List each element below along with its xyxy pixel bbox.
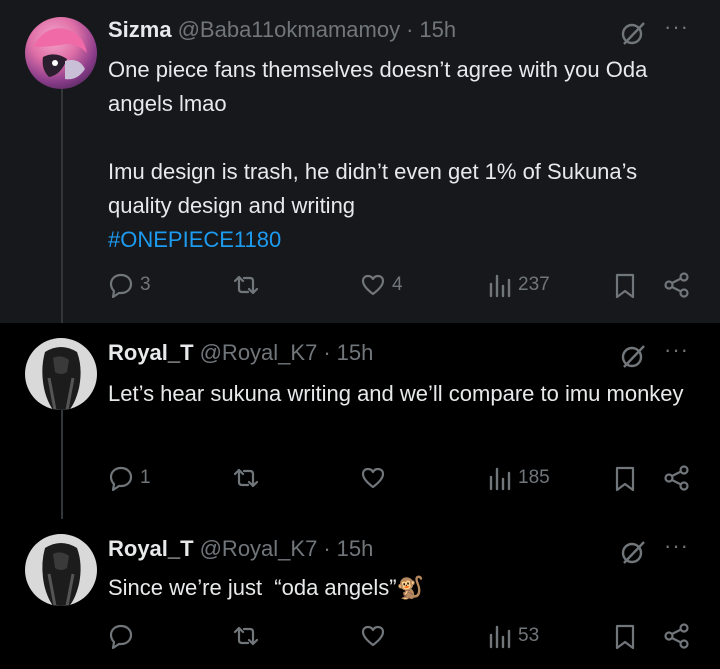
action-bar: 1 185 <box>108 465 698 497</box>
thread-line <box>61 403 63 519</box>
display-name[interactable]: Sizma <box>108 17 172 43</box>
share-button[interactable] <box>663 623 691 649</box>
share-button[interactable] <box>663 272 691 298</box>
separator-dot: · <box>323 536 331 561</box>
hashtag-link[interactable]: #ONEPIECE1180 <box>108 227 281 252</box>
repost-icon <box>233 275 259 295</box>
user-handle[interactable]: @Royal_K7 <box>200 340 318 366</box>
tweet-text: Let’s hear sukuna writing and we’ll comp… <box>108 377 698 411</box>
views-button[interactable]: 237 <box>488 272 550 298</box>
reply-button[interactable]: 1 <box>108 465 151 491</box>
reply-count: 3 <box>140 274 151 295</box>
tweet[interactable]: Royal_T @Royal_K7 · 15h ··· Let’s hear s… <box>0 323 720 519</box>
like-button[interactable]: 4 <box>360 272 403 298</box>
like-count: 4 <box>392 274 403 295</box>
tweet-header: Royal_T @Royal_K7 · 15h <box>108 536 373 562</box>
views-icon <box>489 467 511 491</box>
action-bar: 3 4 237 <box>108 272 698 304</box>
avatar-art <box>33 28 87 80</box>
repost-button[interactable] <box>232 272 266 298</box>
avatar[interactable] <box>25 17 97 89</box>
reply-icon <box>109 273 133 298</box>
views-icon <box>489 274 511 298</box>
separator-dot: · <box>406 17 414 42</box>
display-name[interactable]: Royal_T <box>108 340 194 366</box>
tweet[interactable]: Sizma @Baba11okmamamoy · 15h ··· One pie… <box>0 0 720 323</box>
bookmark-button[interactable] <box>613 272 637 300</box>
repost-icon <box>233 626 259 646</box>
repost-button[interactable] <box>232 623 266 649</box>
views-button[interactable]: 53 <box>488 623 539 649</box>
timestamp[interactable]: 15h <box>419 17 456 43</box>
reply-button[interactable]: 3 <box>108 272 151 298</box>
tweet-header: Royal_T @Royal_K7 · 15h <box>108 340 373 366</box>
more-icon[interactable]: ··· <box>664 533 689 559</box>
more-icon[interactable]: ··· <box>664 337 689 363</box>
tweet-body: One piece fans themselves doesn’t agree … <box>108 57 648 218</box>
timestamp[interactable]: 15h <box>337 340 374 366</box>
share-icon <box>664 272 689 298</box>
tweet-body: Since we’re just “oda angels”🐒 <box>108 575 424 600</box>
thread-line <box>61 80 63 323</box>
separator-dot: · <box>323 340 331 365</box>
share-icon <box>664 623 689 649</box>
bookmark-button[interactable] <box>613 465 637 493</box>
view-count: 185 <box>518 467 550 488</box>
avatar-art <box>42 543 81 606</box>
like-icon <box>361 625 385 647</box>
repost-icon <box>233 468 259 488</box>
reply-button[interactable] <box>108 623 140 649</box>
like-button[interactable] <box>360 623 392 649</box>
tweet[interactable]: Royal_T @Royal_K7 · 15h ··· Since we’re … <box>0 519 720 669</box>
avatar-art <box>42 347 81 410</box>
like-icon <box>361 274 385 296</box>
action-bar: 53 <box>108 623 698 655</box>
views-button[interactable]: 185 <box>488 465 550 491</box>
grok-icon[interactable] <box>620 343 646 369</box>
share-icon <box>664 465 689 491</box>
share-button[interactable] <box>663 465 691 491</box>
tweet-header: Sizma @Baba11okmamamoy · 15h <box>108 17 456 43</box>
repost-button[interactable] <box>232 465 266 491</box>
avatar[interactable] <box>25 338 97 410</box>
view-count: 53 <box>518 625 540 646</box>
reply-count: 1 <box>140 467 151 488</box>
bookmark-icon <box>615 624 635 650</box>
tweet-text: One piece fans themselves doesn’t agree … <box>108 53 698 257</box>
more-icon[interactable]: ··· <box>664 14 689 40</box>
user-handle[interactable]: @Baba11okmamamoy <box>178 17 400 43</box>
timestamp[interactable]: 15h <box>337 536 374 562</box>
tweet-body: Let’s hear sukuna writing and we’ll comp… <box>108 381 684 406</box>
bookmark-icon <box>615 273 635 299</box>
reply-icon <box>109 624 133 649</box>
grok-icon[interactable] <box>620 539 646 565</box>
reply-icon <box>109 466 133 491</box>
tweet-text: Since we’re just “oda angels”🐒 <box>108 571 698 605</box>
user-handle[interactable]: @Royal_K7 <box>200 536 318 562</box>
avatar[interactable] <box>25 534 97 606</box>
like-button[interactable] <box>360 465 392 491</box>
bookmark-icon <box>615 466 635 492</box>
bookmark-button[interactable] <box>613 623 637 651</box>
like-icon <box>361 467 385 489</box>
view-count: 237 <box>518 274 550 295</box>
views-icon <box>489 625 511 649</box>
grok-icon[interactable] <box>620 20 646 46</box>
display-name[interactable]: Royal_T <box>108 536 194 562</box>
